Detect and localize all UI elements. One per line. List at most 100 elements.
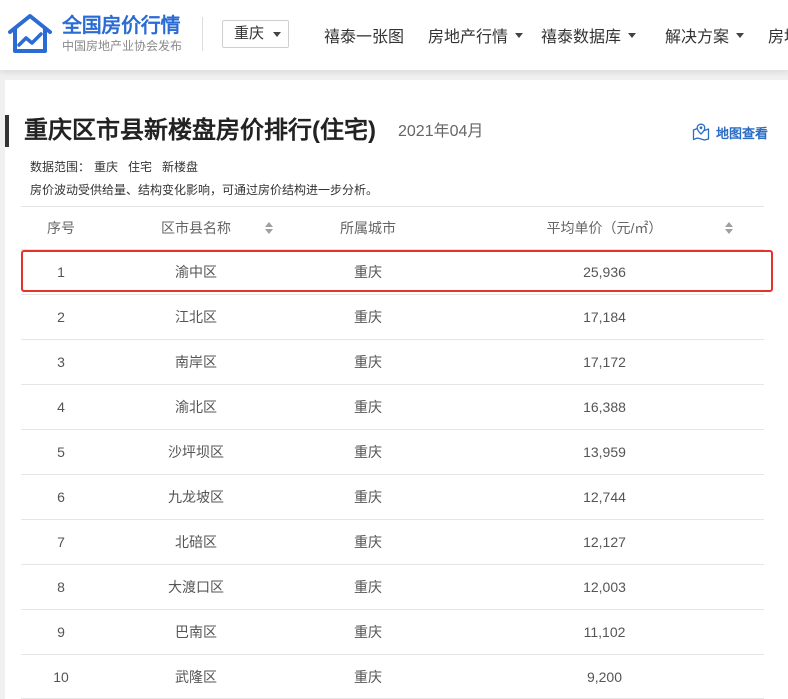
sort-down-icon <box>265 229 273 234</box>
nav-item-market[interactable]: 房地产行情 <box>428 24 524 46</box>
nav-item-label: 禧泰数据库 <box>541 29 622 46</box>
data-scope-label: 数据范围： <box>30 160 91 174</box>
logo-title[interactable]: 全国房价行情 <box>62 14 181 38</box>
cell-rank: 9 <box>57 624 65 640</box>
table-header-row: 序号 区市县名称 所属城市 平均单价（元/㎡） <box>21 206 764 250</box>
title-accent-bar <box>5 115 9 147</box>
table-row: 3 南岸区 重庆 17,172 <box>21 340 764 385</box>
cell-city: 重庆 <box>354 354 382 370</box>
column-header-city: 所属城市 <box>340 220 396 236</box>
cell-avg-price: 12,744 <box>583 489 626 505</box>
nav-item-label: 房地产行情 <box>428 29 509 46</box>
cell-district: 南岸区 <box>175 354 217 370</box>
table-row: 6 九龙坡区 重庆 12,744 <box>21 475 764 520</box>
table-row: 10 武隆区 重庆 9,200 <box>21 655 764 699</box>
data-scope: 数据范围： 重庆 住宅 新楼盘 <box>30 159 208 175</box>
cell-avg-price: 12,003 <box>583 579 626 595</box>
cell-city: 重庆 <box>354 579 382 595</box>
cell-city: 重庆 <box>354 668 382 685</box>
map-view-link[interactable]: 地图查看 <box>692 122 768 142</box>
cell-avg-price: 17,172 <box>583 354 626 370</box>
table-body: 1 渝中区 重庆 25,936 2 江北区 重庆 17,184 3 南岸区 重庆 17,172 4 渝北区… <box>21 250 773 699</box>
cell-avg-price: 16,388 <box>583 399 626 415</box>
table-row: 2 江北区 重庆 17,184 <box>21 295 764 340</box>
cell-rank: 6 <box>57 489 65 505</box>
sort-up-icon <box>725 222 733 227</box>
column-header-avg-price[interactable]: 平均单价（元/㎡） <box>445 207 764 249</box>
content-card: 重庆区市县新楼盘房价排行(住宅) 2021年04月 地图查看 数据范围： 重庆 … <box>5 80 788 699</box>
sort-down-icon <box>725 229 733 234</box>
cell-rank: 3 <box>57 354 65 370</box>
nav-item-database[interactable]: 禧泰数据库 <box>541 24 637 46</box>
caret-down-icon <box>515 32 524 38</box>
nav-item-truncated[interactable]: 房地 <box>768 24 788 46</box>
app-root: 全国房价行情 中国房地产业协会发布 重庆 禧泰一张图 房地产行情 禧泰数据库 解… <box>0 0 788 699</box>
nav-item-solutions[interactable]: 解决方案 <box>665 24 745 46</box>
table-row: 4 渝北区 重庆 16,388 <box>21 385 764 430</box>
data-scope-market: 新楼盘 <box>162 160 199 174</box>
cell-avg-price: 13,959 <box>583 444 626 460</box>
cell-city: 重庆 <box>354 444 382 460</box>
report-period: 2021年04月 <box>398 123 484 140</box>
nav-item-label: 禧泰一张图 <box>324 29 405 46</box>
page-title: 重庆区市县新楼盘房价排行(住宅) <box>24 117 376 144</box>
data-note: 房价波动受供给量、结构变化影响，可通过房价结构进一步分析。 <box>30 183 379 197</box>
price-ranking-table: 序号 区市县名称 所属城市 平均单价（元/㎡） 1 渝中区 重庆 25,936 … <box>21 206 773 699</box>
column-header-label: 平均单价（元/㎡） <box>546 220 663 236</box>
header-divider <box>202 17 203 51</box>
sort-up-icon <box>265 222 273 227</box>
caret-down-icon <box>628 32 637 38</box>
cell-rank: 7 <box>57 534 65 550</box>
cell-district: 北碚区 <box>175 534 217 550</box>
cell-city: 重庆 <box>354 534 382 550</box>
cell-city: 重庆 <box>354 399 382 415</box>
cell-district: 江北区 <box>175 309 217 325</box>
top-navbar: 全国房价行情 中国房地产业协会发布 重庆 禧泰一张图 房地产行情 禧泰数据库 解… <box>0 0 788 70</box>
cell-avg-price: 25,936 <box>583 264 626 280</box>
cell-city: 重庆 <box>354 489 382 505</box>
caret-down-icon <box>273 31 282 37</box>
cell-avg-price: 17,184 <box>583 309 626 325</box>
cell-city: 重庆 <box>354 624 382 640</box>
city-select[interactable]: 重庆 <box>222 20 289 48</box>
caret-down-icon <box>736 32 745 38</box>
column-header-label: 区市县名称 <box>161 220 231 236</box>
data-scope-type: 住宅 <box>128 160 153 174</box>
table-row: 1 渝中区 重庆 25,936 <box>21 250 773 295</box>
map-view-label: 地图查看 <box>716 125 769 141</box>
sort-icon[interactable] <box>725 222 733 234</box>
nav-item-map[interactable]: 禧泰一张图 <box>324 24 404 46</box>
column-header-district[interactable]: 区市县名称 <box>101 207 291 249</box>
cell-city: 重庆 <box>354 309 382 325</box>
cell-rank: 8 <box>57 579 65 595</box>
cell-avg-price: 12,127 <box>583 534 626 550</box>
cell-city: 重庆 <box>354 264 382 280</box>
cell-rank: 1 <box>57 264 65 280</box>
cell-district: 巴南区 <box>175 624 217 640</box>
table-row: 7 北碚区 重庆 12,127 <box>21 520 764 565</box>
cell-rank: 5 <box>57 444 65 460</box>
cell-rank: 10 <box>53 668 69 685</box>
cell-district: 大渡口区 <box>168 579 224 595</box>
cell-district: 渝中区 <box>175 264 217 280</box>
cell-rank: 2 <box>57 309 65 325</box>
cell-district: 九龙坡区 <box>168 489 224 505</box>
table-row: 9 巴南区 重庆 11,102 <box>21 610 764 655</box>
map-pin-icon <box>692 123 710 141</box>
nav-item-label: 解决方案 <box>665 29 730 46</box>
table-row: 5 沙坪坝区 重庆 13,959 <box>21 430 764 475</box>
house-chart-icon[interactable] <box>7 13 53 55</box>
cell-avg-price: 11,102 <box>583 624 626 640</box>
cell-district: 武隆区 <box>175 668 217 685</box>
cell-avg-price: 9,200 <box>586 668 623 685</box>
cell-rank: 4 <box>57 399 65 415</box>
cell-district: 沙坪坝区 <box>168 444 224 460</box>
sort-icon[interactable] <box>265 222 273 234</box>
cell-district: 渝北区 <box>175 399 217 415</box>
column-header-rank: 序号 <box>47 220 75 236</box>
table-row: 8 大渡口区 重庆 12,003 <box>21 565 764 610</box>
data-scope-city: 重庆 <box>94 160 119 174</box>
nav-item-label: 房地 <box>768 29 788 46</box>
city-select-value: 重庆 <box>234 25 265 42</box>
logo-subtitle: 中国房地产业协会发布 <box>62 39 183 53</box>
